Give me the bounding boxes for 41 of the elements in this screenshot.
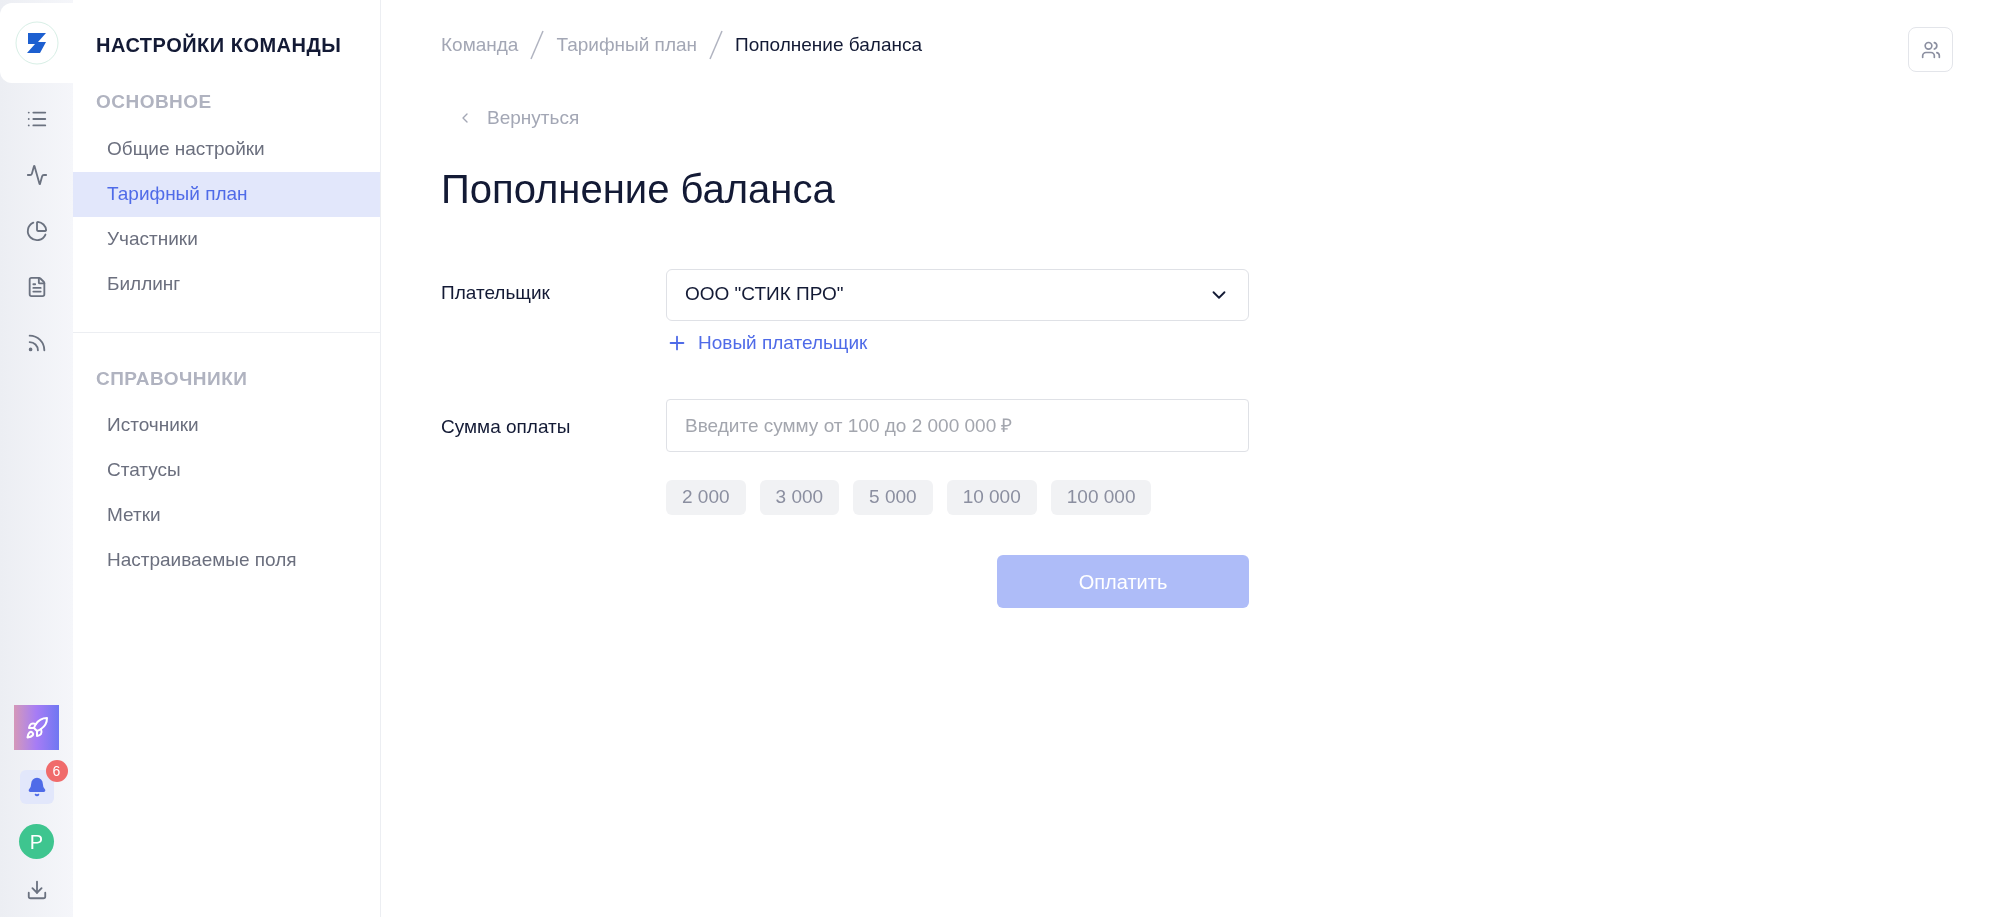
breadcrumb-separator: [530, 30, 545, 60]
users-icon: [1920, 39, 1941, 60]
logo-icon: [14, 21, 59, 65]
logo-tile[interactable]: [0, 3, 73, 83]
sidebar-item[interactable]: Общие настройки: [73, 126, 380, 172]
sidebar-item[interactable]: Биллинг: [73, 261, 380, 307]
rocket-button[interactable]: [14, 705, 59, 750]
bell-icon: [26, 777, 47, 797]
field-label: Сумма оплаты: [441, 415, 572, 439]
notifications-button[interactable]: [19, 770, 54, 804]
amount-preset-chip[interactable]: 2 000: [666, 480, 746, 515]
back-link[interactable]: Вернуться: [457, 104, 580, 133]
pie-chart-icon[interactable]: [25, 220, 48, 242]
sidebar-item[interactable]: Источники: [73, 403, 380, 448]
sidebar-item[interactable]: Тарифный план: [73, 171, 380, 217]
field-label: Плательщик: [441, 280, 551, 305]
download-icon[interactable]: [25, 879, 48, 901]
amount-preset-chip[interactable]: 100 000: [1050, 480, 1152, 515]
section-header: ОСНОВНОЕ: [95, 90, 213, 114]
notification-badge: 6: [45, 760, 68, 782]
team-members-button[interactable]: [1908, 27, 1953, 72]
amount-preset-chip[interactable]: 3 000: [759, 480, 840, 515]
breadcrumb[interactable]: Тарифный план: [556, 30, 698, 60]
amount-input[interactable]: Введите сумму от 100 до 2 000 000 ₽: [666, 399, 1249, 452]
payer-select[interactable]: ООО "СТИК ПРО": [666, 268, 1249, 321]
sidebar-item[interactable]: Настраиваемые поля: [73, 538, 380, 583]
breadcrumb: Пополнение баланса: [735, 32, 923, 57]
sidebar-item[interactable]: Метки: [73, 493, 380, 538]
new-payer-link[interactable]: Новый плательщик: [666, 328, 868, 357]
user-avatar[interactable]: P: [19, 824, 54, 859]
sidebar-item[interactable]: Статусы: [73, 448, 380, 493]
breadcrumb[interactable]: Команда: [441, 30, 519, 60]
sidebar-item[interactable]: Участники: [73, 216, 380, 262]
section-header: СПРАВОЧНИКИ: [95, 366, 249, 391]
amount-preset-chip[interactable]: 5 000: [853, 480, 933, 515]
sidebar-title: НАСТРОЙКИ КОМАНДЫ: [95, 32, 343, 58]
page-title: Пополнение баланса: [441, 168, 836, 209]
pulse-icon[interactable]: [25, 164, 48, 186]
breadcrumb-separator: [709, 30, 724, 60]
rocket-icon: [24, 715, 49, 740]
amount-preset-chip[interactable]: 10 000: [946, 480, 1037, 515]
